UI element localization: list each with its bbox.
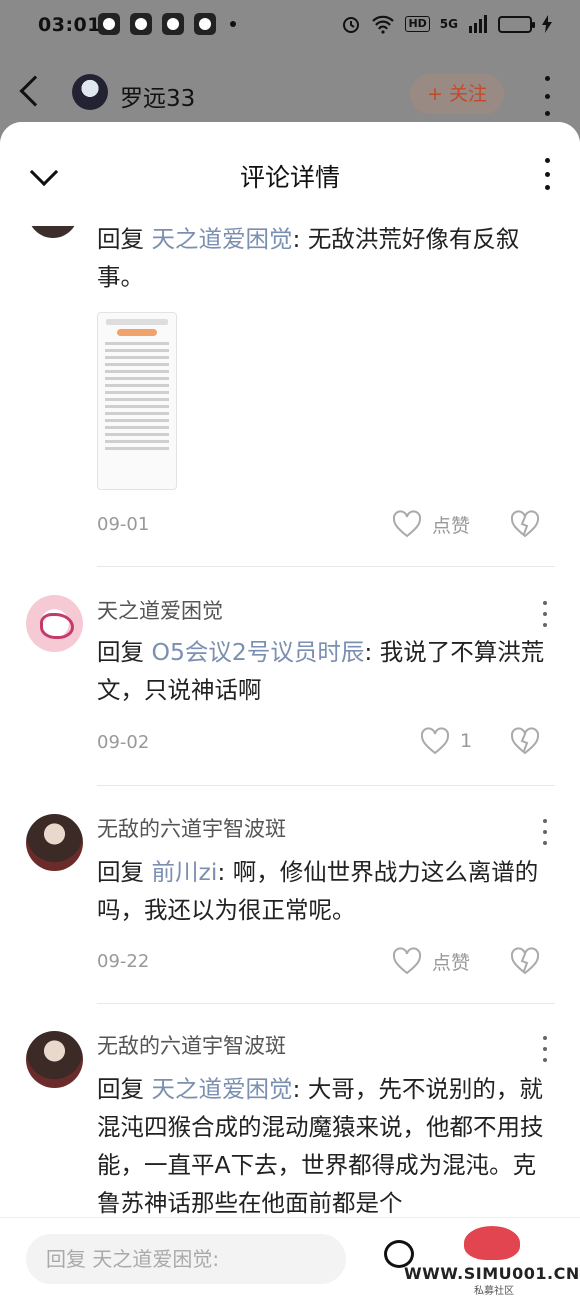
battery-icon bbox=[498, 15, 535, 33]
status-right: HD 5G bbox=[341, 14, 552, 34]
avatar[interactable] bbox=[26, 1031, 83, 1088]
mention-link[interactable]: 前川zi bbox=[151, 858, 217, 886]
sheet-title: 评论详情 bbox=[239, 163, 340, 192]
notification-icons bbox=[98, 13, 236, 35]
avatar[interactable] bbox=[26, 814, 83, 871]
reply-input[interactable] bbox=[26, 1234, 346, 1284]
signal-icon bbox=[469, 15, 487, 33]
divider bbox=[97, 785, 555, 786]
alarm-icon bbox=[343, 17, 360, 33]
broken-heart-icon[interactable] bbox=[510, 727, 540, 755]
watermark-subtext: 私募社区 bbox=[474, 1286, 514, 1297]
hd-badge: HD bbox=[405, 16, 430, 32]
comment-text: 回复 O5会议2号议员时辰: 我说了不算洪荒文，只说神话啊 bbox=[97, 638, 545, 704]
sheet-more-icon[interactable] bbox=[540, 158, 554, 190]
mail-app-icon bbox=[98, 13, 120, 35]
profile-header: 罗远33 + 关注 bbox=[0, 52, 580, 132]
wifi-icon bbox=[372, 15, 395, 34]
comment-text: 回复 天之道爱困觉: 无敌洪荒好像有反叙事。 bbox=[97, 225, 520, 291]
comment-date: 09-22 bbox=[97, 951, 150, 972]
more-options-icon[interactable] bbox=[540, 76, 554, 116]
more-notifications-dot bbox=[230, 21, 236, 27]
sheet-header: 评论详情 bbox=[0, 122, 580, 226]
comment-more-icon[interactable] bbox=[541, 601, 549, 627]
back-arrow-icon[interactable] bbox=[19, 75, 51, 107]
heart-icon bbox=[392, 947, 422, 975]
baidu-app-icon bbox=[162, 13, 184, 35]
like-label: 点赞 bbox=[432, 951, 471, 974]
status-bar: 03:01 HD 5G bbox=[0, 0, 580, 52]
watermark-text: WWW.SIMU001.CN bbox=[404, 1264, 580, 1283]
like-label: 点赞 bbox=[432, 514, 471, 537]
reply-bar: WWW.SIMU001.CN 私募社区 bbox=[0, 1217, 580, 1299]
watermark-logo bbox=[464, 1226, 520, 1260]
comment-text: 回复 前川zi: 啊，修仙世界战力这么离谱的吗，我还以为很正常呢。 bbox=[97, 858, 539, 924]
comment-image-thumbnail[interactable] bbox=[97, 312, 177, 490]
network-type: 5G bbox=[439, 17, 458, 31]
comment-date: 09-02 bbox=[97, 732, 150, 753]
status-time: 03:01 bbox=[38, 14, 101, 36]
broken-heart-icon[interactable] bbox=[510, 510, 540, 538]
comment-author[interactable]: 无敌的六道宇智波斑 bbox=[97, 813, 286, 843]
mention-link[interactable]: 天之道爱困觉 bbox=[151, 1075, 292, 1103]
like-count: 1 bbox=[460, 730, 473, 752]
profile-avatar[interactable] bbox=[72, 74, 108, 110]
comment-item: 无敌的六道宇智波斑 回复 前川zi: 啊，修仙世界战力这么离谱的吗，我还以为很正… bbox=[0, 787, 580, 1004]
comment-item: 无敌的六道宇智波斑 回复 天之道爱困觉: 大哥，先不说别的，就混沌四猴合成的混动… bbox=[0, 1004, 580, 1219]
comment-detail-sheet: 评论详情 回复 天之道爱困觉: 无敌洪荒好像有反叙事。 09-01 点赞 天之道… bbox=[0, 122, 580, 1299]
heart-icon bbox=[420, 727, 450, 755]
comment-date: 09-01 bbox=[97, 514, 150, 535]
comment-author[interactable]: 天之道爱困觉 bbox=[97, 595, 223, 625]
like-button[interactable]: 1 bbox=[420, 727, 472, 755]
comment-text: 回复 天之道爱困觉: 大哥，先不说别的，就混沌四猴合成的混动魔猿来说，他都不用技… bbox=[97, 1075, 544, 1217]
broken-heart-icon[interactable] bbox=[510, 947, 540, 975]
follow-button[interactable]: + 关注 bbox=[410, 74, 504, 114]
mention-link[interactable]: O5会议2号议员时辰 bbox=[151, 638, 364, 666]
charging-icon bbox=[542, 15, 552, 33]
avatar[interactable] bbox=[26, 595, 83, 652]
browser-app-icon bbox=[194, 13, 216, 35]
like-button[interactable]: 点赞 bbox=[392, 947, 470, 975]
comment-item: 天之道爱困觉 回复 O5会议2号议员时辰: 我说了不算洪荒文，只说神话啊 09-… bbox=[0, 567, 580, 787]
mention-link[interactable]: 天之道爱困觉 bbox=[151, 225, 292, 253]
profile-name[interactable]: 罗远33 bbox=[120, 79, 195, 113]
comment-author[interactable]: 无敌的六道宇智波斑 bbox=[97, 1030, 286, 1060]
watermark: WWW.SIMU001.CN 私募社区 bbox=[404, 1226, 579, 1297]
heart-icon bbox=[392, 510, 422, 538]
like-button[interactable]: 点赞 bbox=[392, 510, 470, 538]
comment-more-icon[interactable] bbox=[541, 1036, 549, 1062]
qq-app-icon bbox=[130, 13, 152, 35]
comment-more-icon[interactable] bbox=[541, 819, 549, 845]
